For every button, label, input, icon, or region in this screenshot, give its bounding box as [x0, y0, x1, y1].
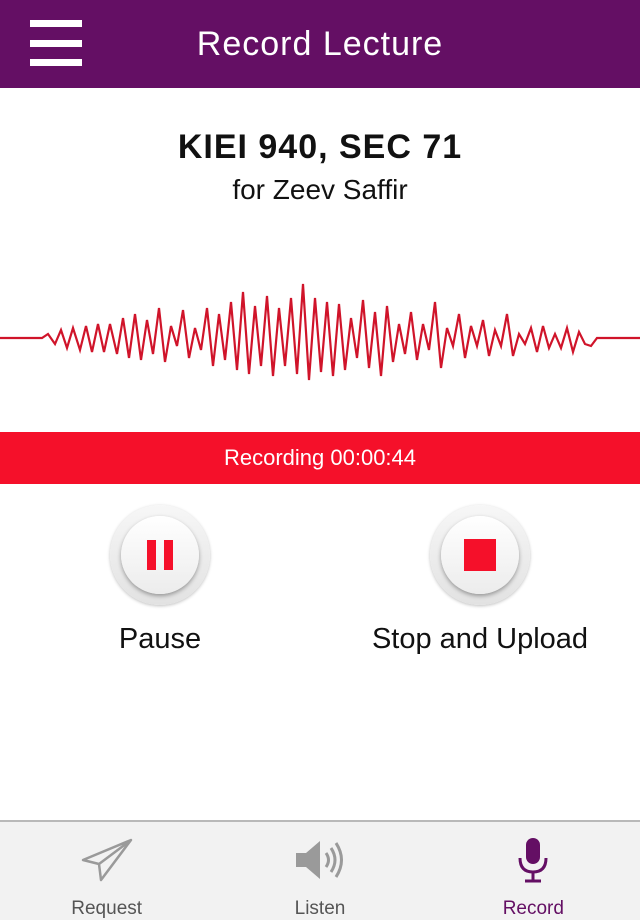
- tab-label-request: Request: [71, 898, 143, 919]
- stop-upload-label: Stop and Upload: [371, 623, 589, 655]
- stop-upload-button[interactable]: [430, 505, 530, 605]
- pause-icon: [147, 540, 173, 570]
- recording-status-bar: Recording 00:00:44: [0, 432, 640, 484]
- instructor-name: for Zeev Saffir: [232, 174, 408, 205]
- page-title: Record Lecture: [196, 24, 444, 63]
- tab-bar: Request Listen Record: [0, 820, 640, 920]
- paper-plane-icon: [81, 838, 132, 882]
- stop-icon: [464, 539, 496, 571]
- pause-button[interactable]: [110, 505, 210, 605]
- tab-record[interactable]: Record: [427, 822, 640, 920]
- course-title: KIEI 940, SEC 71: [177, 128, 463, 166]
- pause-label: Pause: [118, 623, 202, 655]
- waveform-line: [0, 283, 640, 381]
- menu-icon[interactable]: [30, 20, 82, 66]
- speaker-icon: [295, 841, 343, 879]
- nav-bar: Record Lecture: [0, 0, 640, 88]
- tab-label-listen: Listen: [294, 898, 346, 919]
- audio-waveform: [0, 283, 640, 381]
- tab-listen[interactable]: Listen: [213, 822, 426, 920]
- tab-request[interactable]: Request: [0, 822, 213, 920]
- microphone-icon: [518, 838, 548, 883]
- stop-control: Stop and Upload: [360, 505, 600, 665]
- pause-control: Pause: [40, 505, 280, 665]
- tab-label-record: Record: [502, 898, 564, 919]
- recording-status-text: Recording 00:00:44: [223, 445, 417, 470]
